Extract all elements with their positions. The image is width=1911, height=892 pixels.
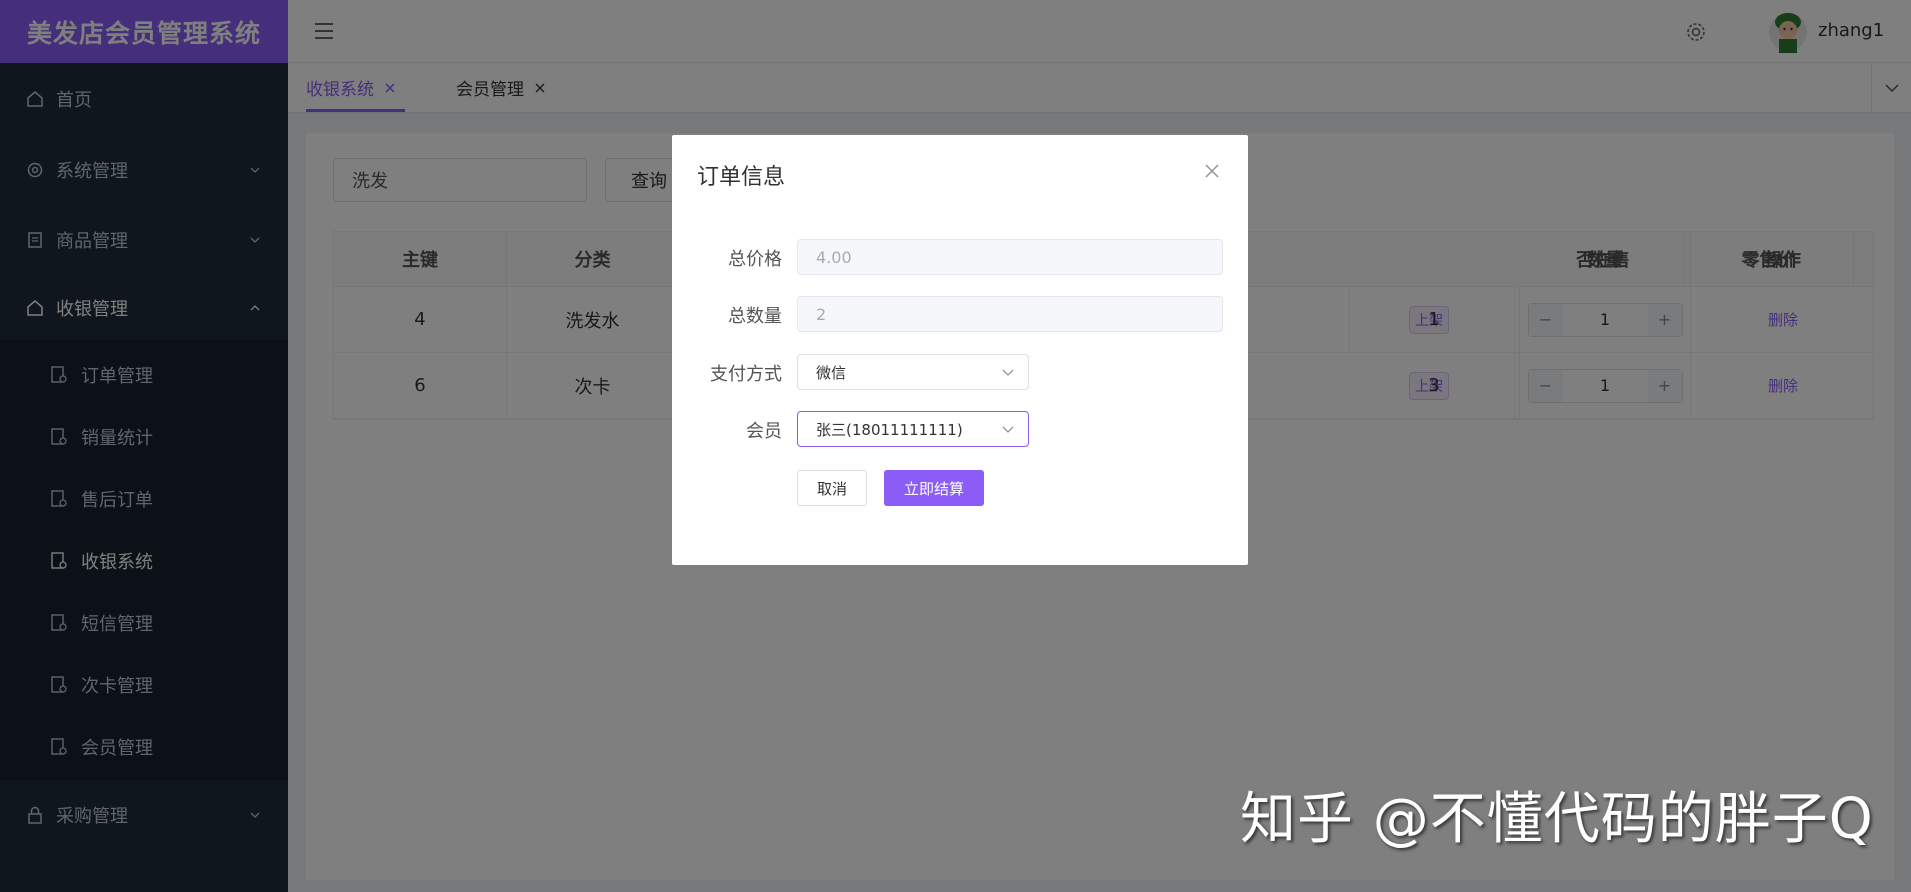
cancel-button[interactable]: 取消: [797, 470, 867, 506]
dialog-title: 订单信息: [697, 165, 786, 190]
total-qty-label: 总数量: [728, 306, 782, 327]
order-info-dialog: 订单信息 总价格 4.00 总数量 2 支付方式 微信 会员 张三(180111…: [672, 135, 1248, 565]
member-select[interactable]: 张三(18011111111): [797, 411, 1029, 447]
member-value: 张三(18011111111): [816, 420, 963, 439]
chevron-down-icon: [1002, 369, 1014, 376]
total-price-field: 4.00: [797, 239, 1223, 275]
watermark-text: 知乎 @不懂代码的胖子Q: [1240, 787, 1874, 852]
member-label: 会员: [746, 421, 782, 442]
checkout-button[interactable]: 立即结算: [884, 470, 984, 506]
close-icon[interactable]: [1204, 163, 1220, 179]
payment-method-value: 微信: [816, 363, 847, 382]
payment-method-label: 支付方式: [710, 364, 782, 385]
total-qty-field: 2: [797, 296, 1223, 332]
chevron-down-icon: [1002, 426, 1014, 433]
total-price-label: 总价格: [728, 249, 782, 270]
payment-method-select[interactable]: 微信: [797, 354, 1029, 390]
